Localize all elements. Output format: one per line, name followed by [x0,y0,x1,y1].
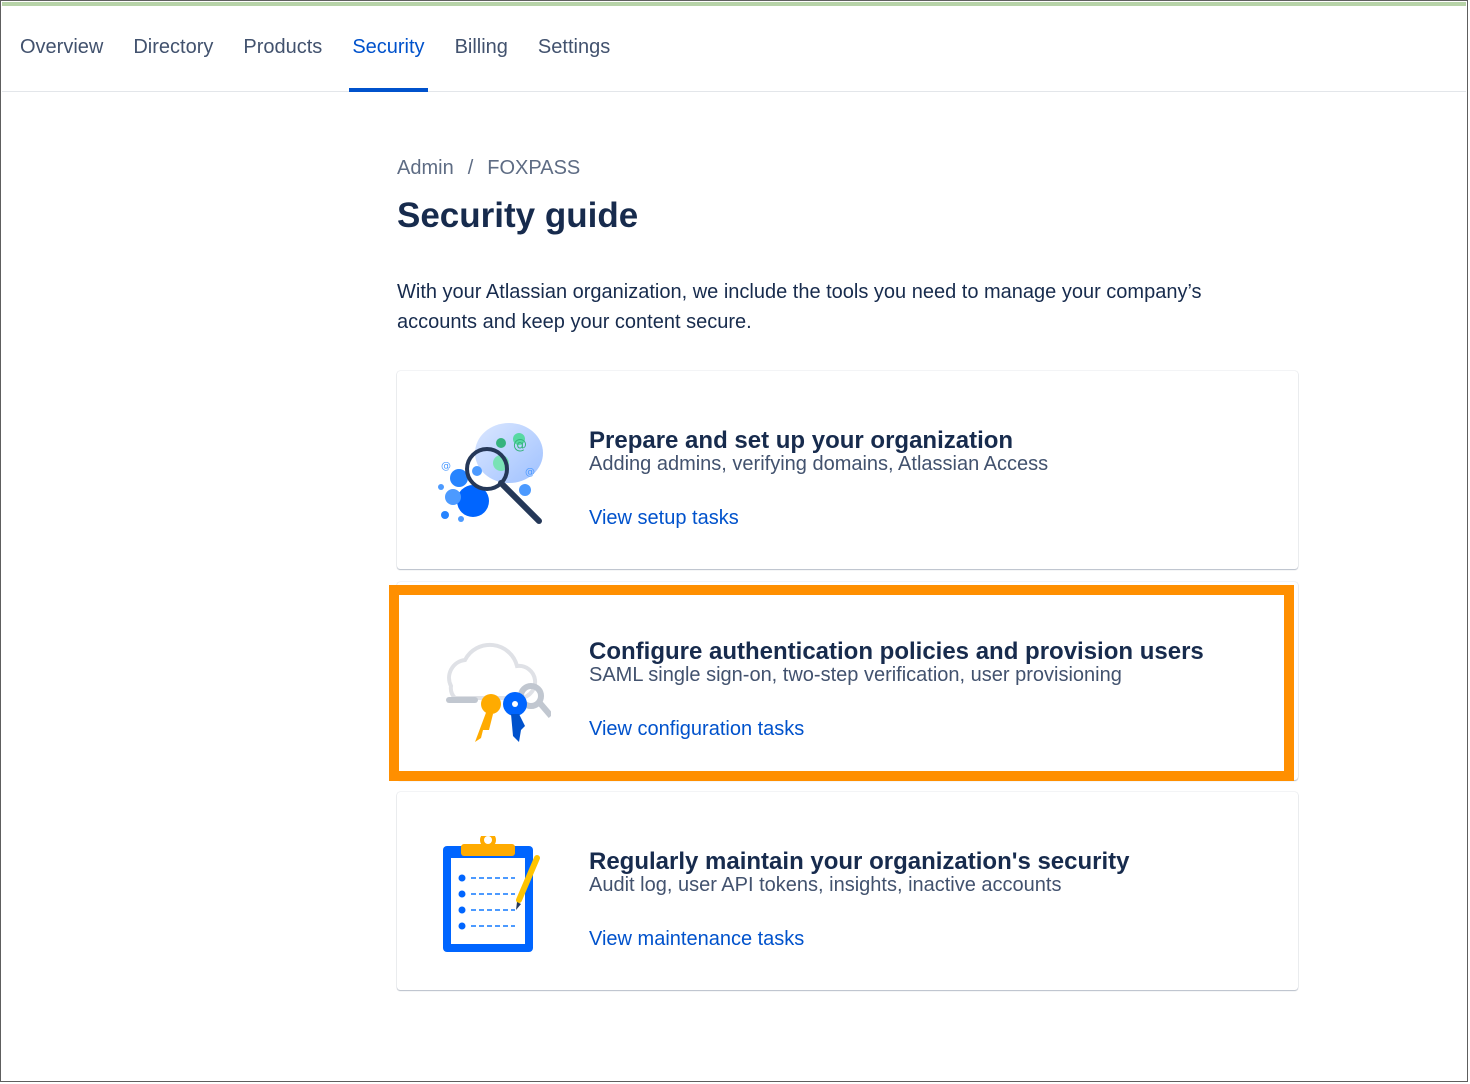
breadcrumb: Admin / FOXPASS [397,150,1299,186]
card-maintenance-description: Audit log, user API tokens, insights, in… [589,874,1062,896]
svg-text:@: @ [525,467,535,478]
main-content: Admin / FOXPASS Security guide With your… [397,150,1299,357]
breadcrumb-org-link[interactable]: FOXPASS [487,150,580,186]
tab-products[interactable]: Products [228,6,337,91]
svg-text:@: @ [441,461,451,472]
tab-overview[interactable]: Overview [2,6,118,91]
card-maintenance: Regularly maintain your organization's s… [397,792,1298,990]
card-setup-description: Adding admins, verifying domains, Atlass… [589,453,1049,475]
breadcrumb-admin-link[interactable]: Admin [397,150,454,186]
page-intro: With your Atlassian organization, we inc… [397,281,1202,333]
view-configuration-tasks-link[interactable]: View configuration tasks [589,718,804,741]
svg-text:@: @ [513,437,527,453]
card-configuration-description: SAML single sign-on, two-step verificati… [589,664,1122,686]
cloud-keys-illustration-icon [431,626,554,746]
page-title: Security guide [397,196,639,235]
top-nav: Overview Directory Products Security Bil… [2,6,1466,92]
card-configuration: Configure authentication policies and pr… [397,582,1298,780]
tab-directory[interactable]: Directory [118,6,228,91]
view-setup-tasks-link[interactable]: View setup tasks [589,507,739,530]
people-search-illustration-icon: @ @ @ [431,415,551,535]
card-maintenance-title: Regularly maintain your organization's s… [589,847,1130,875]
view-maintenance-tasks-link[interactable]: View maintenance tasks [589,928,804,951]
card-setup: @ @ @ Prepare and set up your organizati… [397,371,1298,569]
clipboard-checklist-illustration-icon [431,832,551,956]
tab-billing[interactable]: Billing [440,6,523,91]
breadcrumb-separator: / [467,157,474,179]
card-configuration-title: Configure authentication policies and pr… [589,637,1204,665]
card-setup-title: Prepare and set up your organization [589,426,1014,454]
tab-settings[interactable]: Settings [523,6,625,91]
tab-security[interactable]: Security [337,6,439,92]
